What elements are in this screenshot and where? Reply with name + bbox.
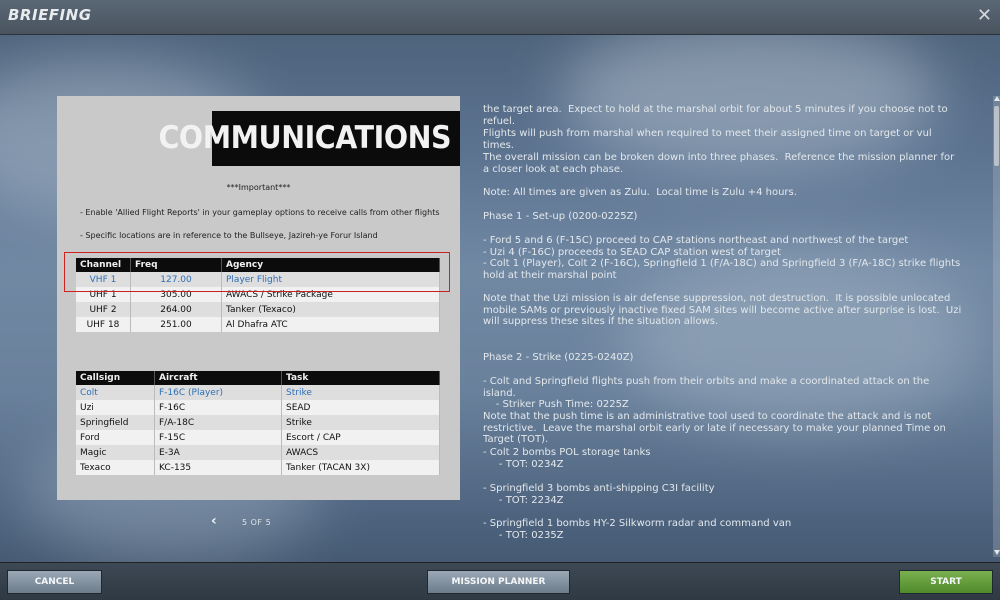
table-cell: Tanker (TACAN 3X) bbox=[281, 460, 440, 475]
briefing-paragraph: Note that the Uzi mission is air defense… bbox=[483, 293, 962, 327]
table-cell: Tanker (Texaco) bbox=[221, 302, 440, 317]
table-cell: KC-135 bbox=[154, 460, 282, 475]
briefing-paragraph: - Springfield 1 bombs HY-2 Silkworm rada… bbox=[483, 518, 792, 541]
briefing-heading: Phase 1 - Set-up (0200-0225Z) bbox=[483, 211, 638, 222]
column-header: Task bbox=[281, 371, 440, 385]
briefing-paragraph: - Ford 5 and 6 (F-15C) proceed to CAP st… bbox=[483, 235, 961, 281]
table-cell: Uzi bbox=[76, 400, 155, 415]
chevron-left-icon[interactable]: ‹ bbox=[211, 513, 217, 529]
briefing-paragraph: Note that the push time is an administra… bbox=[483, 411, 950, 445]
briefing-paragraph: - Springfield 3 bombs anti-shipping C3I … bbox=[483, 483, 715, 506]
briefing-paragraph: - Colt 2 bombs POL storage tanks - TOT: … bbox=[483, 447, 651, 470]
briefing-heading: Phase 2 - Strike (0225-0240Z) bbox=[483, 352, 634, 363]
briefing-paragraph: The overall mission can be broken down i… bbox=[483, 152, 958, 175]
title-bar: BRIEFING ✕ bbox=[0, 0, 1000, 35]
table-cell: Colt bbox=[76, 385, 155, 400]
table-row: Ford F-15C Escort / CAP bbox=[76, 430, 440, 445]
table-cell: Escort / CAP bbox=[281, 430, 440, 445]
table-row: UHF 18 251.00 Al Dhafra ATC bbox=[76, 317, 440, 332]
important-heading: ***Important*** bbox=[226, 183, 291, 192]
slide-banner-title: COMMUNICATIONS bbox=[158, 120, 451, 156]
briefing-paragraph: - Colt and Springfield flights push from… bbox=[483, 376, 930, 410]
scrollbar-thumb[interactable] bbox=[994, 106, 999, 166]
table-row: Magic E-3A AWACS bbox=[76, 445, 440, 460]
table-cell: Strike bbox=[281, 385, 440, 400]
table-row: Colt F-16C (Player) Strike bbox=[76, 385, 440, 400]
table-cell: F-15C bbox=[154, 430, 282, 445]
player-row-highlight bbox=[64, 252, 450, 292]
page-indicator: 5 OF 5 bbox=[242, 518, 272, 527]
cancel-button[interactable]: CANCEL bbox=[7, 570, 102, 594]
table-row: Texaco KC-135 Tanker (TACAN 3X) bbox=[76, 460, 440, 475]
table-cell: Ford bbox=[76, 430, 155, 445]
mission-planner-button[interactable]: MISSION PLANNER bbox=[427, 570, 570, 594]
scroll-up-icon[interactable] bbox=[994, 96, 1000, 101]
table-header-row: Callsign Aircraft Task bbox=[76, 371, 440, 385]
start-button[interactable]: START bbox=[899, 570, 993, 594]
briefing-paragraph: Note: All times are given as Zulu. Local… bbox=[483, 187, 797, 198]
table-cell: F/A-18C bbox=[154, 415, 282, 430]
table-cell: Magic bbox=[76, 445, 155, 460]
window-title: BRIEFING bbox=[8, 6, 92, 24]
table-cell: Al Dhafra ATC bbox=[221, 317, 440, 332]
table-cell: Texaco bbox=[76, 460, 155, 475]
table-row: Springfield F/A-18C Strike bbox=[76, 415, 440, 430]
briefing-paragraph: Flights will push from marshal when requ… bbox=[483, 128, 935, 151]
table-cell: Strike bbox=[281, 415, 440, 430]
table-cell: E-3A bbox=[154, 445, 282, 460]
table-cell: Springfield bbox=[76, 415, 155, 430]
flight-table: Callsign Aircraft Task Colt F-16C (Playe… bbox=[76, 371, 440, 475]
table-row: Uzi F-16C SEAD bbox=[76, 400, 440, 415]
column-header: Callsign bbox=[76, 371, 155, 385]
table-cell: F-16C bbox=[154, 400, 282, 415]
table-cell: SEAD bbox=[281, 400, 440, 415]
scroll-down-icon[interactable] bbox=[994, 550, 1000, 555]
slide-banner: COMMUNICATIONS bbox=[57, 111, 460, 166]
table-cell: 264.00 bbox=[130, 302, 222, 317]
briefing-slide-image: COMMUNICATIONS ***Important*** - Enable … bbox=[57, 96, 460, 500]
close-icon[interactable]: ✕ bbox=[977, 5, 992, 26]
slide-note: - Enable 'Allied Flight Reports' in your… bbox=[80, 208, 440, 217]
table-cell: F-16C (Player) bbox=[154, 385, 282, 400]
table-row: UHF 2 264.00 Tanker (Texaco) bbox=[76, 302, 440, 317]
column-header: Aircraft bbox=[154, 371, 282, 385]
table-cell: UHF 2 bbox=[76, 302, 131, 317]
briefing-text-panel[interactable]: the target area. Expect to hold at the m… bbox=[483, 104, 963, 555]
slide-note: - Specific locations are in reference to… bbox=[80, 231, 378, 240]
table-cell: 251.00 bbox=[130, 317, 222, 332]
table-cell: AWACS bbox=[281, 445, 440, 460]
table-cell: UHF 18 bbox=[76, 317, 131, 332]
briefing-paragraph: the target area. Expect to hold at the m… bbox=[483, 104, 951, 127]
